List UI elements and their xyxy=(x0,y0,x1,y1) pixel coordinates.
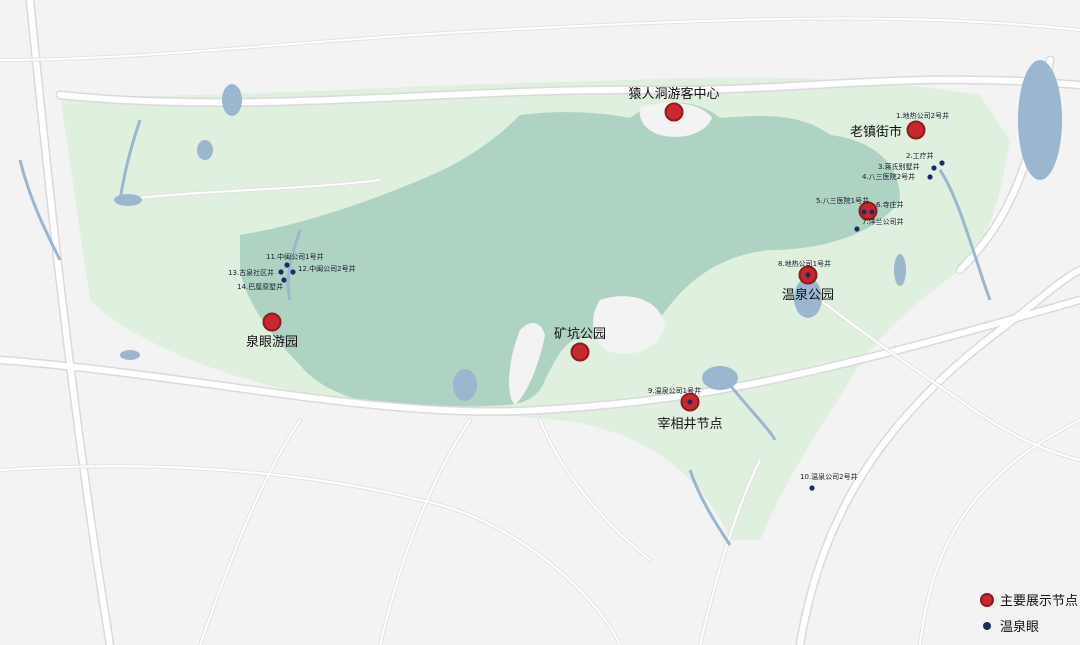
hot-spring-label: 5.八三医院1号井 xyxy=(816,196,869,205)
hot-spring-label: 13.古泉社区井 xyxy=(228,268,274,277)
hot-spring-label: 8.地热公司1号井 xyxy=(778,259,831,268)
legend-spring-label: 温泉眼 xyxy=(1000,619,1039,635)
hot-spring-label: 4.八三医院2号井 xyxy=(862,172,915,181)
hot-spring-label: 9.温泉公司1号井 xyxy=(648,386,701,395)
hot-spring-label: 3.蒋氏别墅井 xyxy=(878,162,920,171)
hot-spring-label: 10.温泉公司2号井 xyxy=(800,472,858,481)
major-node-laozhen[interactable]: 老镇街市 xyxy=(850,120,926,141)
major-node-label: 温泉公园 xyxy=(782,287,834,303)
hot-spring-label: 12.中闽公司2号井 xyxy=(298,264,356,273)
hot-spring-w1[interactable]: 1.地热公司2号井 xyxy=(896,111,949,120)
map: 猿人洞游客中心 老镇街市 温泉公园 矿坑公园 泉眼游园 宰相井节点 1.地热公司… xyxy=(0,0,1080,645)
major-node-label: 猿人洞游客中心 xyxy=(628,86,719,102)
hot-spring-label: 11.中闽公司1号井 xyxy=(266,252,324,261)
hot-spring-label: 14.巴厘原墅井 xyxy=(237,282,283,291)
hot-spring-label: 2.工疗井 xyxy=(906,151,934,160)
legend-major-label: 主要展示节点 xyxy=(1000,594,1078,609)
major-node-label: 老镇街市 xyxy=(850,124,902,140)
major-node-label: 矿坑公园 xyxy=(554,327,606,342)
hot-spring-label: 7.洋兰公司井 xyxy=(862,217,904,226)
major-node-label: 宰相井节点 xyxy=(657,416,722,432)
hot-spring-label: 1.地热公司2号井 xyxy=(896,111,949,120)
major-node-label: 泉眼游园 xyxy=(246,334,298,350)
hot-spring-label: 6.寺庄井 xyxy=(876,200,904,209)
